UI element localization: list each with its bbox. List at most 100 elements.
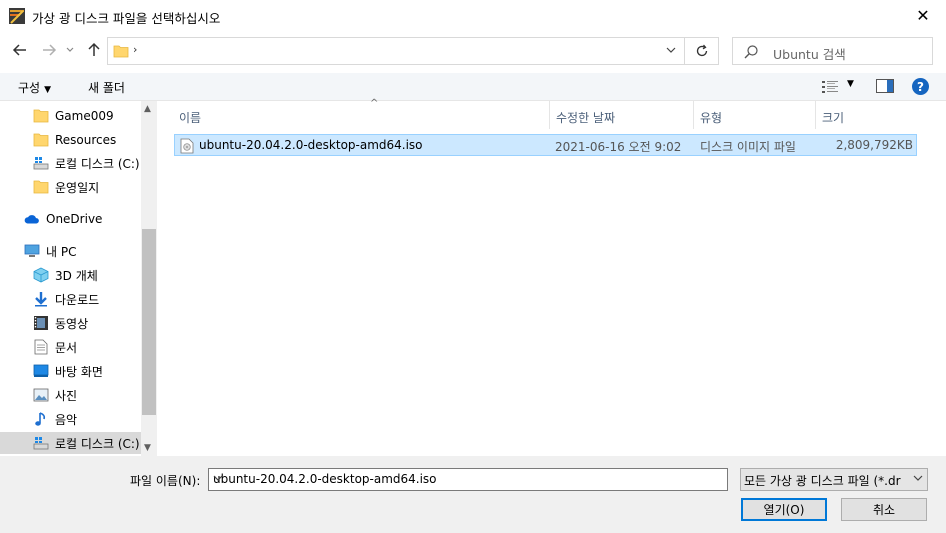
sidebar-item-label: 문서 <box>55 340 78 355</box>
sidebar-item-music[interactable]: 음악 <box>0 408 141 430</box>
chevron-down-icon <box>66 47 74 52</box>
sidebar-item-3d-objects[interactable]: 3D 개체 <box>0 264 141 286</box>
arrow-up-icon <box>88 42 100 56</box>
scroll-up-icon[interactable]: ▲ <box>144 104 151 114</box>
sidebar-item-label: 로컬 디스크 (C:) <box>55 436 140 451</box>
sidebar-item-resources[interactable]: Resources <box>0 129 141 151</box>
sidebar-item-pictures[interactable]: 사진 <box>0 384 141 406</box>
download-icon <box>33 291 49 307</box>
desktop-icon <box>33 363 49 379</box>
sidebar-item-videos[interactable]: 동영상 <box>0 312 141 334</box>
file-size: 2,809,792KB <box>835 138 913 152</box>
file-date: 2021-06-16 오전 9:02 <box>555 140 682 154</box>
column-header-type[interactable]: 유형 <box>694 101 816 129</box>
organize-label: 구성 <box>18 81 41 95</box>
file-type: 디스크 이미지 파일 <box>700 140 796 154</box>
close-button[interactable]: ✕ <box>900 0 946 31</box>
column-date-label: 수정한 날짜 <box>556 111 616 125</box>
drive-icon <box>33 155 49 171</box>
chevron-down-icon[interactable] <box>666 45 676 58</box>
cloud-icon <box>24 211 40 227</box>
sidebar-item-local-disk[interactable]: 로컬 디스크 (C:) <box>0 152 141 174</box>
sidebar-item-label: 3D 개체 <box>55 268 98 283</box>
file-name: ubuntu-20.04.2.0-desktop-amd64.iso <box>199 138 423 152</box>
column-type-label: 유형 <box>700 111 723 125</box>
address-bar[interactable]: › <box>107 37 685 65</box>
dialog-footer: 파일 이름(N): ubuntu-20.04.2.0-desktop-amd64… <box>0 456 946 533</box>
sidebar-item-downloads[interactable]: 다운로드 <box>0 288 141 310</box>
sidebar-item-desktop[interactable]: 바탕 화면 <box>0 360 141 382</box>
cube-icon <box>33 267 49 283</box>
scroll-down-icon[interactable]: ▼ <box>144 443 151 453</box>
music-icon <box>33 411 49 427</box>
search-input[interactable]: Ubuntu 검색 <box>773 44 846 63</box>
arrow-left-icon <box>12 44 26 56</box>
sort-ascending-icon: ^ <box>370 98 379 109</box>
disc-image-file-icon <box>180 138 194 157</box>
command-bar: 구성 ▼ 새 폴더 ▼ ? <box>0 73 946 101</box>
recent-locations-button[interactable] <box>64 41 76 59</box>
view-options-icon[interactable] <box>822 80 838 97</box>
column-size-label: 크기 <box>822 111 845 125</box>
breadcrumb-separator[interactable]: › <box>133 43 137 56</box>
window-title: 가상 광 디스크 파일을 선택하십시오 <box>32 11 221 26</box>
title-bar: 가상 광 디스크 파일을 선택하십시오 ✕ <box>0 0 946 31</box>
sidebar-item-label: 내 PC <box>46 244 77 259</box>
column-header-date[interactable]: 수정한 날짜 <box>550 101 694 129</box>
view-caret-down-icon[interactable]: ▼ <box>847 79 854 89</box>
organize-menu-button[interactable]: 구성 ▼ <box>18 79 51 96</box>
refresh-icon <box>696 44 707 57</box>
new-folder-button[interactable]: 새 폴더 <box>88 79 125 96</box>
chevron-down-icon[interactable] <box>213 472 723 486</box>
sidebar-item-this-pc[interactable]: 내 PC <box>0 240 141 262</box>
refresh-button[interactable] <box>685 37 719 65</box>
drive-icon <box>33 435 49 451</box>
folder-icon <box>113 43 129 62</box>
column-header-name[interactable]: ^ 이름 <box>173 98 550 129</box>
sidebar-item-label: 운영일지 <box>55 180 100 195</box>
sidebar-scrollbar[interactable]: ▲ ▼ <box>141 101 157 456</box>
up-button[interactable] <box>85 41 103 59</box>
sidebar-item-label: 바탕 화면 <box>55 364 103 379</box>
sidebar-item-label: 사진 <box>55 388 78 403</box>
search-box[interactable]: Ubuntu 검색 <box>732 37 933 65</box>
navigation-pane: Game009 Resources 로컬 디스크 (C:) 운영일지 OneDr… <box>0 101 157 456</box>
arrow-right-icon <box>43 44 57 56</box>
pictures-icon <box>33 387 49 403</box>
search-icon <box>743 44 759 63</box>
sidebar-item-label: 동영상 <box>55 316 89 331</box>
sidebar-item-operations-log[interactable]: 운영일지 <box>0 176 141 198</box>
sidebar-item-local-disk-selected[interactable]: 로컬 디스크 (C:) <box>0 432 141 454</box>
close-icon: ✕ <box>916 6 930 25</box>
filter-value: 모든 가상 광 디스크 파일 (*.dr <box>744 474 901 488</box>
virtualbox-app-icon <box>8 7 26 25</box>
filename-label: 파일 이름(N): <box>130 474 201 488</box>
video-icon <box>33 315 49 331</box>
help-icon[interactable]: ? <box>912 78 929 95</box>
column-header-size[interactable]: 크기 <box>816 101 916 129</box>
back-button[interactable] <box>11 41 29 59</box>
sidebar-item-label: Resources <box>55 133 117 147</box>
chevron-down-icon <box>913 473 923 486</box>
file-type-filter-select[interactable]: 모든 가상 광 디스크 파일 (*.dr <box>740 468 928 491</box>
table-row[interactable]: ubuntu-20.04.2.0-desktop-amd64.iso 2021-… <box>174 134 917 156</box>
filename-input[interactable]: ubuntu-20.04.2.0-desktop-amd64.iso <box>208 468 728 491</box>
sidebar-item-label: Game009 <box>55 109 114 123</box>
forward-button[interactable] <box>40 41 58 59</box>
sidebar-item-game009[interactable]: Game009 <box>0 105 141 127</box>
column-name-label: 이름 <box>179 111 202 125</box>
folder-icon <box>33 108 49 124</box>
sidebar-item-label: 다운로드 <box>55 292 100 307</box>
folder-icon <box>33 132 49 148</box>
document-icon <box>33 339 49 355</box>
sidebar-item-onedrive[interactable]: OneDrive <box>0 208 141 230</box>
pc-icon <box>24 243 40 259</box>
sidebar-item-label: 로컬 디스크 (C:) <box>55 156 140 171</box>
sidebar-item-documents[interactable]: 문서 <box>0 336 141 358</box>
scrollbar-thumb[interactable] <box>142 229 156 415</box>
cancel-button[interactable]: 취소 <box>841 498 927 521</box>
caret-down-icon: ▼ <box>44 85 52 95</box>
preview-pane-icon[interactable] <box>876 79 894 96</box>
sidebar-item-label: OneDrive <box>46 212 103 226</box>
open-button[interactable]: 열기(O) <box>741 498 827 521</box>
